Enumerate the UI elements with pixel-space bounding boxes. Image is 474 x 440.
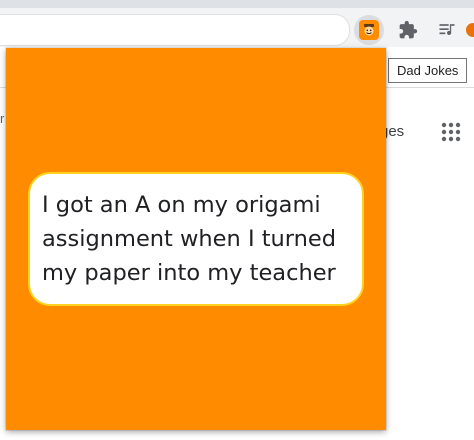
extensions-button[interactable] [394,16,422,44]
bookmark-partial-text: r [0,111,5,126]
apps-grid-icon[interactable] [441,122,461,142]
browser-window: r ges Dad Jokes I got an A on my origami… [0,0,474,440]
profile-avatar[interactable] [466,23,474,37]
media-control-icon [439,24,455,35]
address-bar[interactable] [0,14,350,46]
extension-tooltip: Dad Jokes [388,58,468,83]
dad-jokes-extension-button[interactable] [354,15,384,45]
dad-jokes-extension-icon [359,20,379,40]
media-control-button[interactable] [433,16,461,44]
joke-text: I got an A on my origami assignment when… [28,172,364,306]
puzzle-icon [399,20,418,39]
extension-popup: I got an A on my origami assignment when… [6,48,386,430]
